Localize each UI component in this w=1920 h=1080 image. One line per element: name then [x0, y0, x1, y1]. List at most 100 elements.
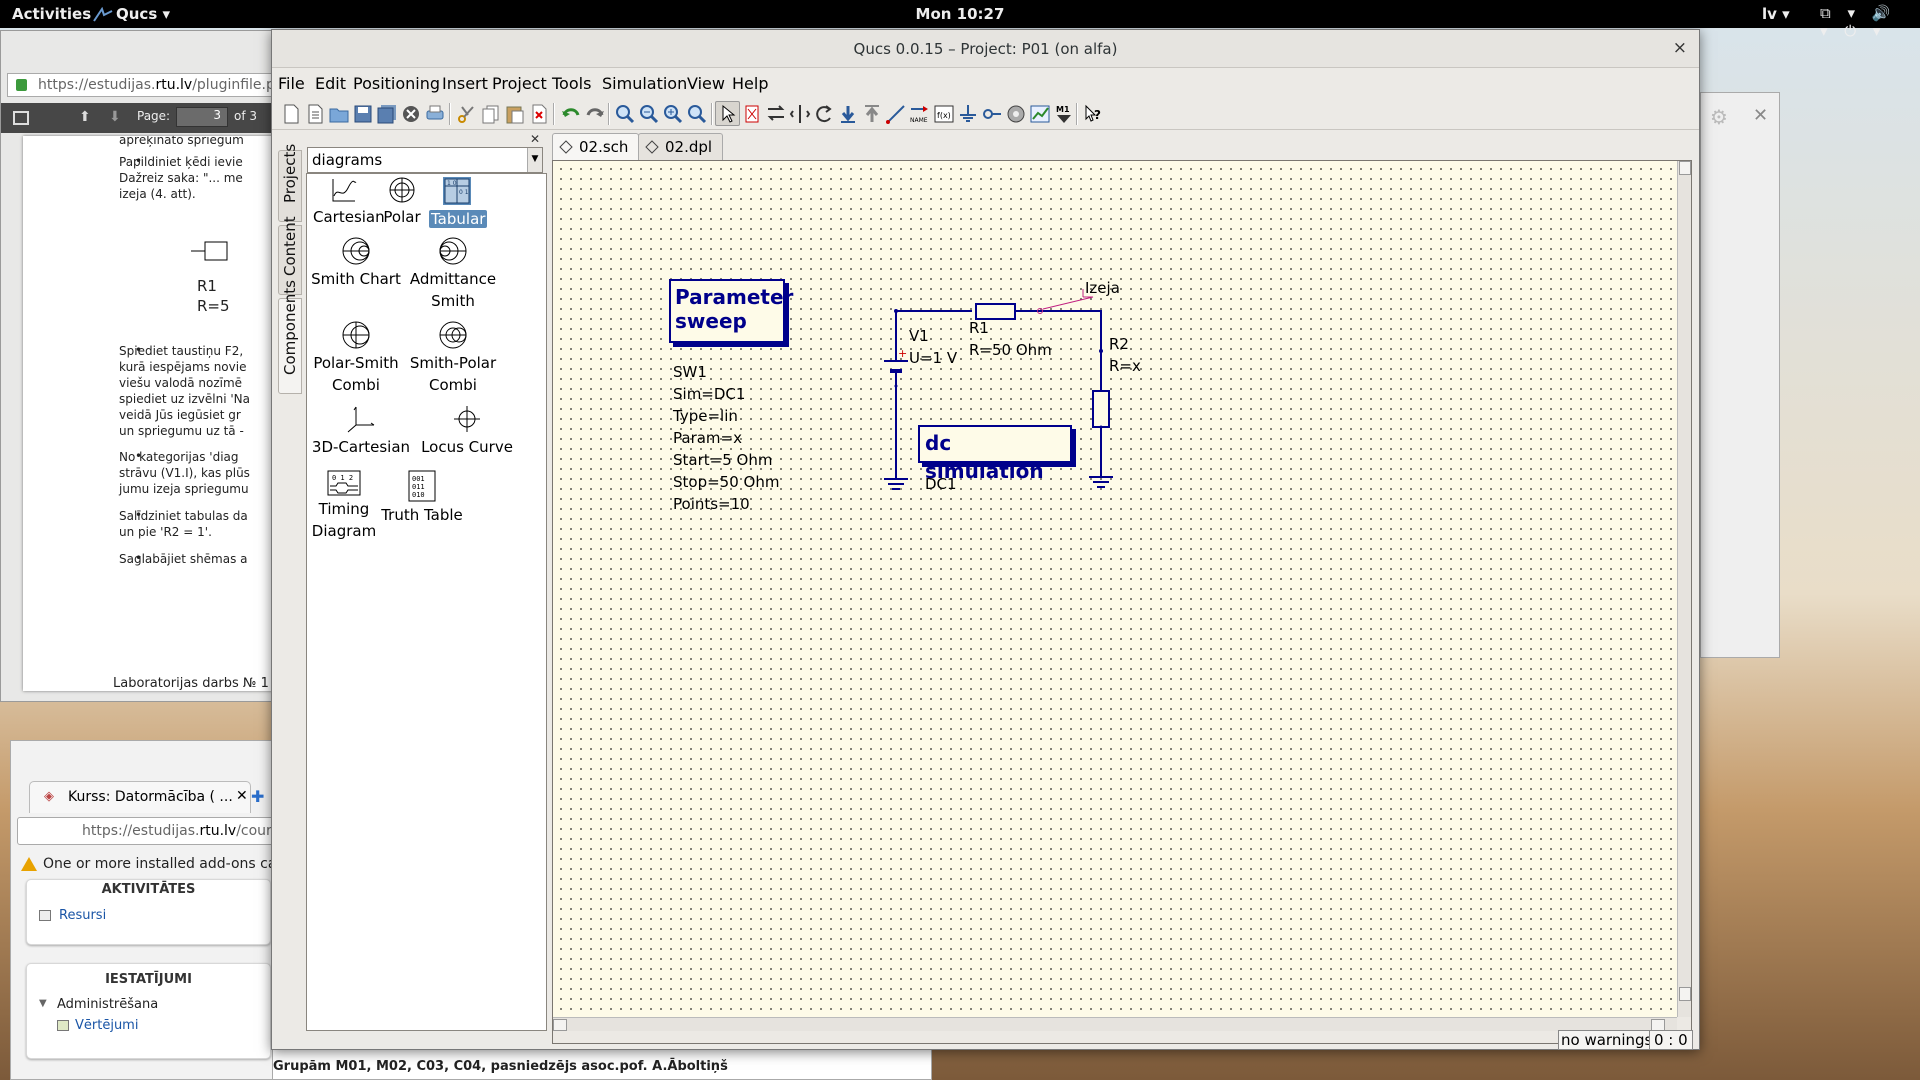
print-icon[interactable] — [422, 101, 447, 126]
open-icon[interactable] — [326, 101, 351, 126]
component-tabular[interactable]: 1 00 1 Tabular — [429, 176, 488, 230]
save-all-icon[interactable] — [374, 101, 399, 126]
go-into-subcircuit-icon[interactable] — [835, 101, 860, 126]
menu-file[interactable]: File — [278, 74, 305, 93]
schematic-canvas[interactable]: Parameter sweep SW1 Sim=DC1 Type=lin Par… — [553, 161, 1677, 1017]
component-polar-smith-combi[interactable]: Polar-Smith Combi — [311, 320, 401, 396]
pdf-text-line: No kategorijas 'diag — [119, 450, 239, 464]
addon-warning-bar[interactable]: One or more installed add-ons cann — [17, 853, 277, 877]
horizontal-scrollbar[interactable] — [553, 1017, 1677, 1031]
zoom-out-icon[interactable] — [684, 101, 709, 126]
undo-icon[interactable] — [558, 101, 583, 126]
marker-icon[interactable]: M1 — [1051, 101, 1076, 126]
component-admittance-smith[interactable]: Admittance Smith — [403, 236, 503, 312]
window-close-button[interactable]: × — [1673, 38, 1687, 58]
mirror-x-icon[interactable] — [763, 101, 788, 126]
browser-tab[interactable]: ◈ Kurss: Datormācība ( ... ✕ — [29, 781, 251, 813]
clock[interactable]: Mon 10:27 — [0, 5, 1920, 23]
copy-icon[interactable] — [478, 101, 503, 126]
administresana-item[interactable]: Administrēšana — [57, 997, 158, 1012]
admittance-smith-icon — [439, 237, 467, 265]
component-3d-cartesian[interactable]: 3D-Cartesian — [311, 404, 411, 458]
paste-icon[interactable] — [502, 101, 527, 126]
component-cartesian[interactable]: Cartesian — [313, 176, 385, 228]
menu-help[interactable]: Help — [732, 74, 768, 93]
vertical-scrollbar[interactable] — [1677, 161, 1691, 1017]
deactivate-icon[interactable] — [739, 101, 764, 126]
pdf-url-bar[interactable]: https://estudijas.rtu.lv/pluginfile.php — [7, 73, 276, 97]
v1-name[interactable]: V1 — [909, 327, 929, 345]
previous-page-icon[interactable]: ⬆ — [79, 109, 91, 125]
browser-url-bar[interactable]: https://estudijas.rtu.lv/course — [17, 817, 277, 845]
port-icon[interactable] — [979, 101, 1004, 126]
dc-simulation-name[interactable]: DC1 — [925, 475, 957, 493]
redo-icon[interactable] — [582, 101, 607, 126]
component-smith-chart[interactable]: Smith Chart — [311, 236, 401, 290]
new-tab-icon[interactable]: ✚ — [251, 787, 264, 806]
select-icon[interactable] — [715, 101, 740, 126]
warnings-indicator[interactable]: no warnings — [1558, 1030, 1656, 1050]
ground-icon[interactable] — [955, 101, 980, 126]
tab-components[interactable]: Components — [278, 280, 302, 394]
wire-icon[interactable] — [883, 101, 908, 126]
tab-02-sch[interactable]: 02.sch — [552, 133, 640, 160]
gear-icon[interactable]: ⚙ — [1710, 105, 1728, 129]
zoom-fit-icon[interactable] — [612, 101, 637, 126]
dock-close-icon[interactable]: ✕ — [530, 132, 540, 146]
next-page-icon[interactable]: ⬇ — [109, 109, 121, 125]
r1-value[interactable]: R=50 Ohm — [969, 341, 1052, 359]
zoom-in-icon[interactable] — [660, 101, 685, 126]
node-label-izeja[interactable]: Izeja — [1085, 279, 1120, 297]
close-icon[interactable]: ✕ — [1753, 105, 1768, 126]
sidebar-toggle-icon[interactable] — [13, 111, 29, 125]
cut-icon[interactable] — [454, 101, 479, 126]
component-locus-curve[interactable]: Locus Curve — [417, 404, 517, 458]
page-number-input[interactable]: 3 — [176, 107, 228, 127]
activities-block: AKTIVITĀTES Resursi — [26, 879, 271, 945]
menu-tools[interactable]: Tools — [552, 74, 591, 93]
system-tray[interactable]: ⧉ ▾ 🔊 ▾ ⏻ ▾ — [1820, 4, 1920, 40]
component-timing-diagram[interactable]: 0 1 2 Timing Diagram — [311, 470, 377, 542]
tab-projects[interactable]: Projects — [278, 144, 302, 222]
vertejumi-link[interactable]: Vērtējumi — [75, 1018, 138, 1033]
menu-positioning[interactable]: Positioning — [353, 74, 440, 93]
menu-project[interactable]: Project — [492, 74, 547, 93]
keyboard-layout-indicator[interactable]: lv ▾ — [1762, 5, 1790, 23]
wire-label-icon[interactable]: NAME — [907, 101, 932, 126]
save-icon[interactable] — [350, 101, 375, 126]
mirror-y-icon[interactable] — [787, 101, 812, 126]
window-titlebar[interactable]: Qucs 0.0.15 – Project: P01 (on alfa) × — [272, 30, 1699, 68]
new-icon[interactable] — [278, 101, 303, 126]
equation-icon[interactable]: f(x) — [931, 101, 956, 126]
menu-insert[interactable]: Insert — [442, 74, 488, 93]
close-document-icon[interactable] — [398, 101, 423, 126]
simulate-icon[interactable] — [1003, 101, 1028, 126]
menu-view[interactable]: View — [687, 74, 725, 93]
resursi-link[interactable]: Resursi — [59, 908, 106, 923]
tab-02-dpl[interactable]: 02.dpl — [638, 133, 724, 160]
zoom-all-icon[interactable] — [636, 101, 661, 126]
component-category-select[interactable]: diagrams ▼ — [307, 147, 543, 173]
document-strip: Grupām M01, M02, C03, C04, pasniedzējs a… — [272, 1048, 932, 1080]
close-tab-icon[interactable]: ✕ — [236, 788, 248, 804]
component-smith-polar-combi[interactable]: Smith-Polar Combi — [403, 320, 503, 396]
scroll-down-button[interactable] — [1679, 987, 1691, 1001]
r2-name[interactable]: R2 — [1109, 335, 1129, 353]
view-data-icon[interactable] — [1027, 101, 1052, 126]
menu-simulation[interactable]: Simulation — [602, 74, 687, 93]
r2-value[interactable]: R=x — [1109, 357, 1141, 375]
rotate-icon[interactable] — [811, 101, 836, 126]
menu-edit[interactable]: Edit — [315, 74, 346, 93]
whats-this-icon[interactable]: ? — [1080, 101, 1105, 126]
activities-button[interactable]: Activities — [12, 5, 91, 23]
delete-icon[interactable] — [526, 101, 551, 126]
component-polar[interactable]: Polar — [379, 176, 425, 228]
new-text-icon[interactable] — [302, 101, 327, 126]
r1-name[interactable]: R1 — [969, 319, 989, 337]
go-up-icon[interactable] — [859, 101, 884, 126]
scroll-up-button[interactable] — [1679, 161, 1691, 175]
component-truth-table[interactable]: 001 011 010 Truth Table — [379, 470, 465, 526]
expand-triangle-icon[interactable]: ▼ — [39, 998, 47, 1009]
dc-simulation-block[interactable]: dc simulation — [918, 425, 1072, 483]
v1-value[interactable]: U=1 V — [909, 349, 957, 367]
